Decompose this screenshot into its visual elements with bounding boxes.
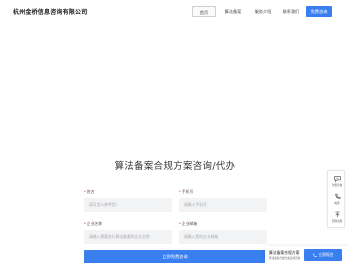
promo-subtitle: 算法备案合规方案定制咨询	[269, 257, 301, 260]
side-item-consult[interactable]: 免费咨询	[328, 175, 346, 187]
chat-icon	[333, 176, 341, 182]
name-input[interactable]: 填写怎么称呼您?	[84, 198, 172, 212]
name-label-text: 姓名	[86, 189, 95, 194]
company-logo-text[interactable]: 杭州金桥信息咨询有限公司	[13, 7, 87, 16]
side-item-phone-label: 电话	[334, 202, 340, 205]
side-item-phone[interactable]: 电话	[328, 193, 346, 205]
main-nav: 首页 算法备案 服务介绍 联系我们 免费咨询	[192, 6, 332, 17]
email-input[interactable]: 请输入您的企业邮箱	[179, 230, 267, 244]
company-label: *企业名称	[84, 221, 102, 227]
nav-item-services[interactable]: 服务介绍	[248, 6, 278, 17]
required-mark: *	[84, 189, 86, 194]
nav-item-home[interactable]: 首页	[192, 6, 216, 17]
required-mark: *	[179, 189, 181, 194]
side-item-consult-label: 免费咨询	[331, 184, 343, 187]
nav-item-algorithm-filing[interactable]: 算法备案	[218, 6, 248, 17]
phone-label: *手机号	[179, 189, 193, 195]
phone-label-text: 手机号	[181, 189, 194, 194]
submit-button[interactable]: 立即免费咨询	[84, 250, 266, 263]
free-consult-button[interactable]: 免费咨询	[306, 6, 332, 17]
side-item-back-to-top[interactable]: 回到顶部	[328, 211, 346, 223]
name-label: *姓名	[84, 189, 95, 195]
phone-icon	[313, 253, 317, 257]
company-label-text: 企业名称	[86, 221, 103, 226]
signup-button-label: 立即报名	[318, 252, 334, 257]
bottom-promo-bar: 算法备案合规方案 算法备案合规方案定制咨询 立即报名	[265, 246, 350, 263]
nav-item-contact[interactable]: 联系我们	[278, 6, 304, 17]
email-label: *企业邮箱	[179, 221, 197, 227]
phone-input[interactable]: 请输入手机号	[179, 198, 267, 212]
hero-banner	[0, 24, 350, 144]
email-label-text: 企业邮箱	[181, 221, 198, 226]
phone-icon	[334, 193, 341, 199]
side-float-toolbar: 免费咨询 电话 回到顶部	[327, 170, 345, 228]
arrow-up-icon	[334, 211, 340, 217]
required-mark: *	[84, 221, 86, 226]
form-title: 算法备案合规方案咨询/代办	[114, 161, 236, 172]
required-mark: *	[179, 221, 181, 226]
signup-button[interactable]: 立即报名	[304, 249, 342, 261]
company-input[interactable]: 请输入需要进行算法备案的企业名称	[84, 230, 172, 244]
side-item-back-to-top-label: 回到顶部	[331, 220, 343, 223]
site-header: 杭州金桥信息咨询有限公司 首页 算法备案 服务介绍 联系我们 免费咨询	[0, 0, 350, 24]
